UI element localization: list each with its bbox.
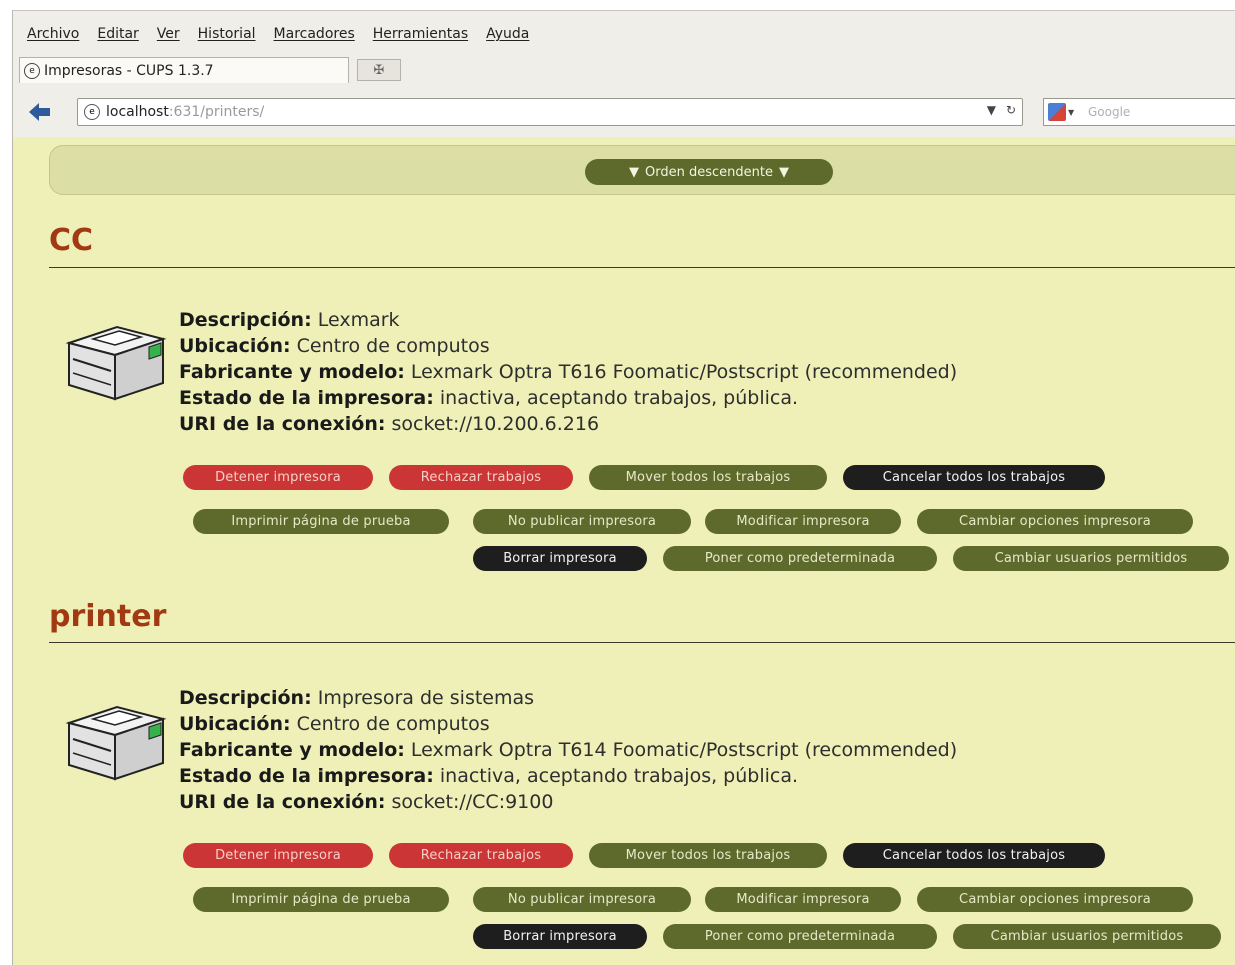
- printer-name-heading[interactable]: printer: [49, 599, 166, 634]
- new-tab-icon: ✠: [373, 62, 385, 78]
- label-state: Estado de la impresora:: [179, 765, 434, 787]
- change-allowed-users-button[interactable]: Cambiar usuarios permitidos: [953, 924, 1221, 949]
- page-content: ▼ Orden descendente ▼ CC Descripción: Le…: [13, 137, 1235, 965]
- site-identity-icon: e: [84, 104, 100, 120]
- modify-printer-button[interactable]: Modificar impresora: [705, 509, 901, 534]
- set-default-button[interactable]: Poner como predeterminada: [663, 924, 937, 949]
- change-printer-options-button[interactable]: Cambiar opciones impresora: [917, 887, 1193, 912]
- menu-ayuda[interactable]: Ayuda: [486, 26, 529, 42]
- menu-editar[interactable]: Editar: [97, 26, 138, 42]
- unpublish-printer-button[interactable]: No publicar impresora: [473, 509, 691, 534]
- menu-historial[interactable]: Historial: [198, 26, 256, 42]
- print-test-page-button[interactable]: Imprimir página de prueba: [193, 509, 449, 534]
- chevron-down-icon: ▼: [1068, 107, 1075, 117]
- menu-marcadores[interactable]: Marcadores: [274, 26, 355, 42]
- reject-jobs-button[interactable]: Rechazar trabajos: [389, 465, 573, 490]
- triangle-down-icon: ▼: [778, 164, 789, 180]
- move-all-jobs-button[interactable]: Mover todos los trabajos: [589, 843, 827, 868]
- printer-name-heading[interactable]: CC: [49, 223, 93, 258]
- back-arrow-icon: [29, 103, 50, 121]
- url-path: :631/printers/: [168, 104, 265, 120]
- value-description: Lexmark: [317, 309, 400, 331]
- page-favicon-icon: e: [24, 62, 40, 79]
- search-placeholder: Google: [1088, 105, 1131, 119]
- label-location: Ubicación:: [179, 335, 291, 357]
- heading-divider: [49, 642, 1235, 643]
- navigation-bar: e localhost:631/printers/ ▼ ↻ ▼ Google: [13, 97, 1235, 127]
- browser-window: Archivo Editar Ver Historial Marcadores …: [12, 10, 1235, 965]
- stop-printer-button[interactable]: Detener impresora: [183, 465, 373, 490]
- url-host: localhost: [106, 104, 169, 120]
- heading-divider: [49, 267, 1235, 268]
- value-uri: socket://10.200.6.216: [391, 413, 600, 435]
- search-box[interactable]: ▼ Google: [1043, 98, 1235, 126]
- print-test-page-button[interactable]: Imprimir página de prueba: [193, 887, 449, 912]
- value-location: Centro de computos: [296, 713, 490, 735]
- move-all-jobs-button[interactable]: Mover todos los trabajos: [589, 465, 827, 490]
- printer-icon: [65, 325, 167, 401]
- cancel-all-jobs-button[interactable]: Cancelar todos los trabajos: [843, 843, 1105, 868]
- menu-bar: Archivo Editar Ver Historial Marcadores …: [13, 21, 1235, 47]
- value-state: inactiva, aceptando trabajos, pública.: [439, 765, 799, 787]
- label-uri: URI de la conexión:: [179, 413, 386, 435]
- stop-printer-button[interactable]: Detener impresora: [183, 843, 373, 868]
- sort-order-button[interactable]: ▼ Orden descendente ▼: [585, 159, 833, 185]
- value-make-model: Lexmark Optra T614 Foomatic/Postscript (…: [410, 739, 958, 761]
- unpublish-printer-button[interactable]: No publicar impresora: [473, 887, 691, 912]
- set-default-button[interactable]: Poner como predeterminada: [663, 546, 937, 571]
- change-allowed-users-button[interactable]: Cambiar usuarios permitidos: [953, 546, 1229, 571]
- address-bar[interactable]: e localhost:631/printers/ ▼ ↻: [77, 98, 1023, 126]
- menu-herramientas[interactable]: Herramientas: [373, 26, 468, 42]
- label-location: Ubicación:: [179, 713, 291, 735]
- label-make-model: Fabricante y modelo:: [179, 739, 405, 761]
- value-location: Centro de computos: [296, 335, 490, 357]
- label-description: Descripción:: [179, 309, 312, 331]
- new-tab-button[interactable]: ✠: [357, 59, 401, 81]
- search-engine-selector[interactable]: ▼: [1048, 101, 1082, 123]
- label-state: Estado de la impresora:: [179, 387, 434, 409]
- tab-title: Impresoras - CUPS 1.3.7: [44, 62, 214, 79]
- printer-icon: [65, 705, 167, 781]
- reject-jobs-button[interactable]: Rechazar trabajos: [389, 843, 573, 868]
- reload-go-icon[interactable]: ↻: [1006, 103, 1016, 117]
- cancel-all-jobs-button[interactable]: Cancelar todos los trabajos: [843, 465, 1105, 490]
- modify-printer-button[interactable]: Modificar impresora: [705, 887, 901, 912]
- value-description: Impresora de sistemas: [317, 687, 535, 709]
- value-state: inactiva, aceptando trabajos, pública.: [439, 387, 799, 409]
- delete-printer-button[interactable]: Borrar impresora: [473, 546, 647, 571]
- change-printer-options-button[interactable]: Cambiar opciones impresora: [917, 509, 1193, 534]
- value-uri: socket://CC:9100: [391, 791, 554, 813]
- back-button[interactable]: [29, 101, 51, 123]
- tab-impresoras[interactable]: e Impresoras - CUPS 1.3.7: [19, 57, 349, 83]
- tab-bar: e Impresoras - CUPS 1.3.7 ✠: [13, 55, 1235, 83]
- sort-order-label: Orden descendente: [645, 164, 773, 180]
- triangle-down-icon: ▼: [629, 164, 640, 180]
- menu-ver[interactable]: Ver: [157, 26, 180, 42]
- value-make-model: Lexmark Optra T616 Foomatic/Postscript (…: [410, 361, 958, 383]
- menu-archivo[interactable]: Archivo: [27, 26, 79, 42]
- printer-details: Descripción: Lexmark Ubicación: Centro d…: [179, 307, 957, 437]
- label-make-model: Fabricante y modelo:: [179, 361, 405, 383]
- google-logo-icon: [1048, 103, 1066, 121]
- printer-details: Descripción: Impresora de sistemas Ubica…: [179, 685, 957, 815]
- label-description: Descripción:: [179, 687, 312, 709]
- dropdown-arrow-icon[interactable]: ▼: [987, 103, 996, 117]
- delete-printer-button[interactable]: Borrar impresora: [473, 924, 647, 949]
- label-uri: URI de la conexión:: [179, 791, 386, 813]
